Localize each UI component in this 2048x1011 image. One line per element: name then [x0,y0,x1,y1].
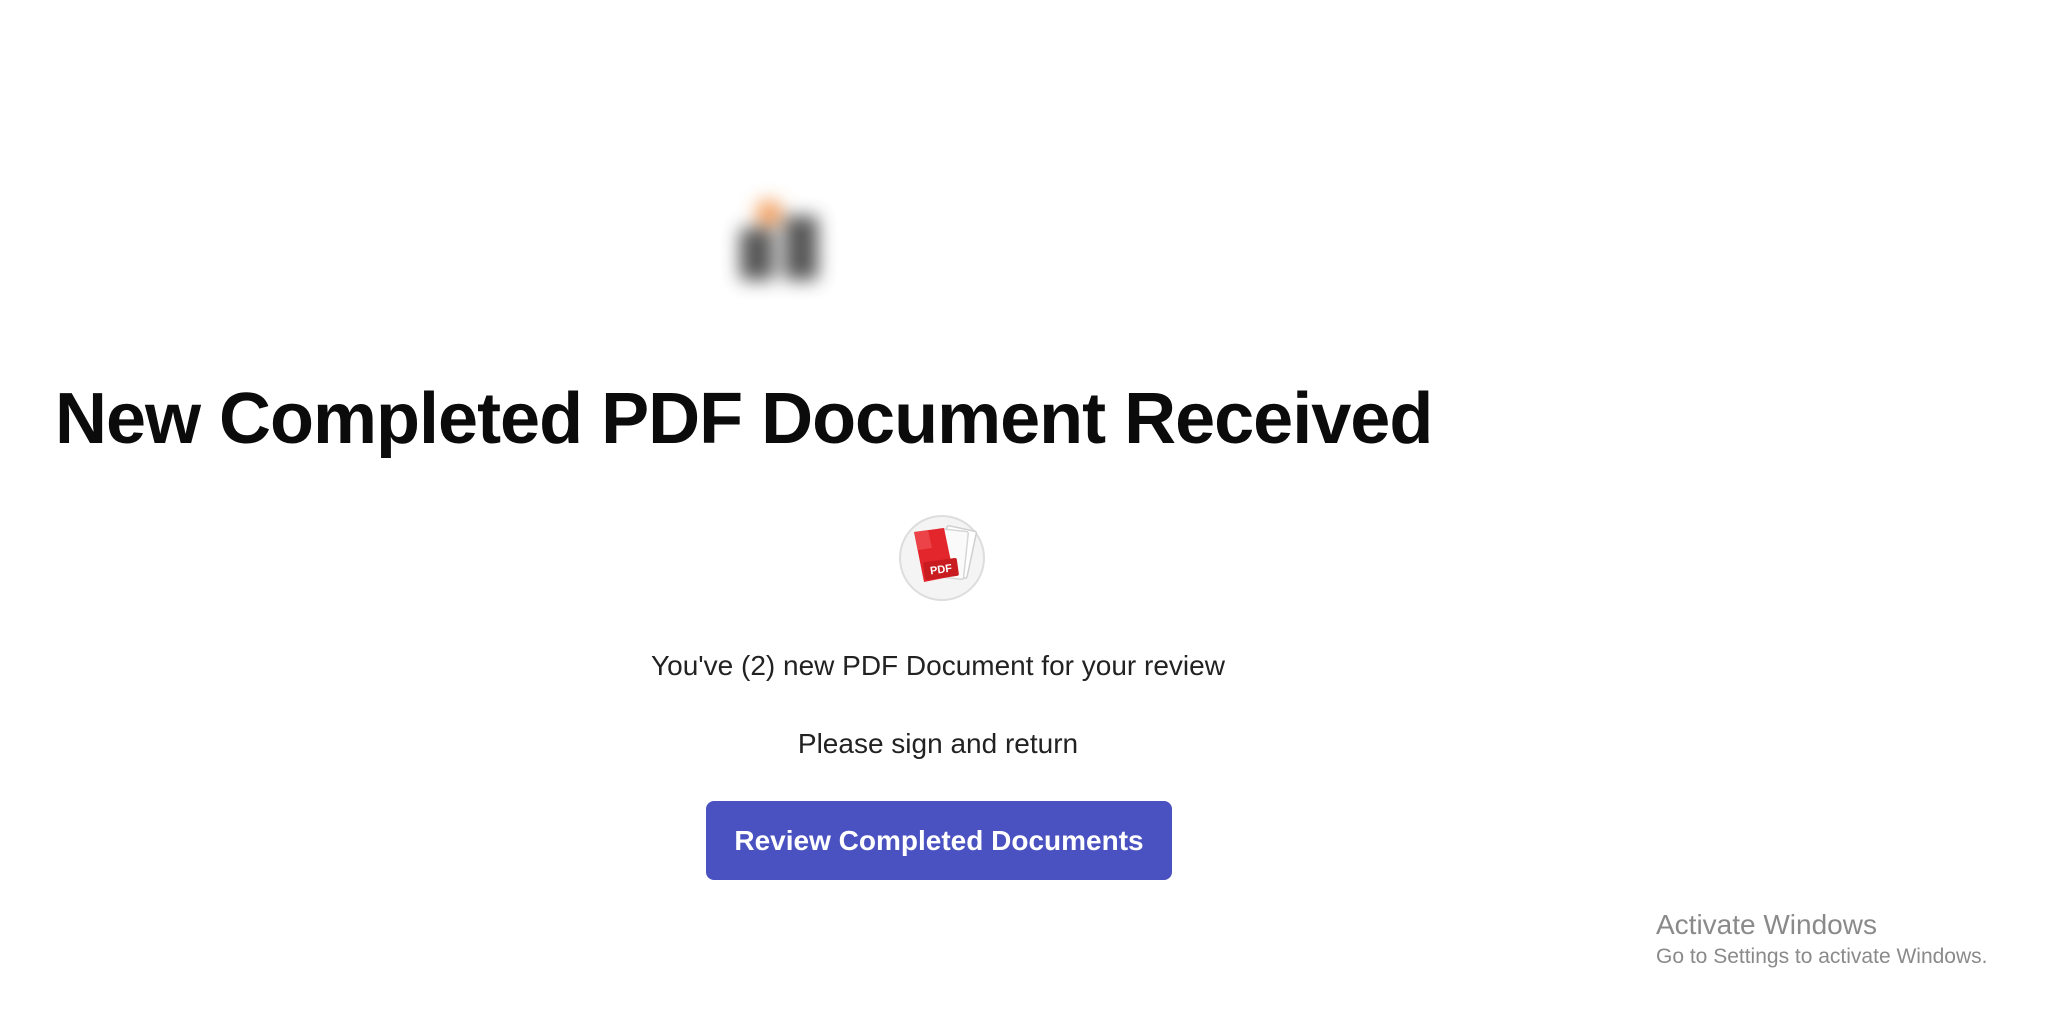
company-logo [720,160,1140,310]
logo-mark-icon [740,200,860,280]
page-title: New Completed PDF Document Received [55,379,1433,459]
instruction-message: Please sign and return [797,728,1079,759]
pdf-document-icon: PDF [898,514,986,602]
document-count-message: You've (2) new PDF Document for your rev… [651,650,1225,681]
watermark-subtitle: Go to Settings to activate Windows. [1656,945,1988,968]
watermark-title: Activate Windows [1656,909,1877,940]
activate-windows-watermark: Activate Windows Go to Settings to activ… [1656,908,1988,972]
review-documents-button[interactable]: Review Completed Documents [706,801,1172,880]
email-page: New Completed PDF Document Received PDF … [0,0,2048,1011]
